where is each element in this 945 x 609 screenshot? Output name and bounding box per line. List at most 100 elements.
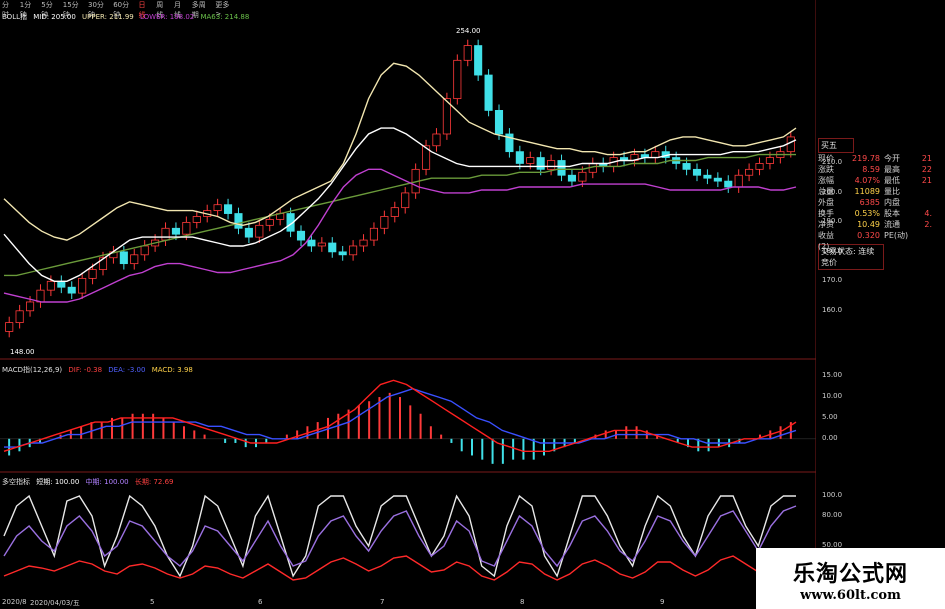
quote-row: 涨跌 8.59 最高 22	[818, 164, 945, 175]
candle-body	[557, 160, 566, 176]
quote-key-2: PE(动)	[884, 231, 909, 240]
candle-body	[255, 224, 264, 238]
candle-body	[536, 157, 545, 170]
quote-row: 净资 10.49 流通 2.	[818, 219, 945, 230]
candle-body	[390, 207, 399, 217]
candle-body	[296, 230, 306, 241]
candle-body	[67, 286, 76, 294]
watermark: 乐淘公式网 www.60lt.com	[756, 548, 945, 609]
watermark-url: www.60lt.com	[800, 588, 901, 603]
date-label: 5	[150, 598, 155, 606]
osc-series-2	[3, 551, 797, 581]
macd-tick-label: 5.00	[822, 412, 838, 421]
date-label: 7	[380, 598, 385, 606]
quote-value-2: 21	[921, 154, 932, 163]
candle-body	[745, 168, 754, 176]
quote-row: 外盘 6385 内盘	[818, 197, 945, 208]
quote-key-2: 量比	[884, 187, 900, 196]
candle-body	[484, 74, 493, 111]
candle-body	[692, 168, 702, 176]
quote-value: 219.78	[852, 154, 880, 163]
quote-row: 现价 219.78 今开 21	[818, 153, 945, 164]
quote-key-2: 股本	[884, 209, 900, 218]
quote-value-2	[908, 186, 932, 197]
candle-body	[526, 157, 535, 164]
candle-body	[224, 204, 233, 214]
candle-body	[724, 180, 733, 188]
candle-body	[244, 227, 253, 238]
candle-body	[682, 163, 691, 170]
macd-panel	[0, 379, 816, 464]
low-price-label: 148.00	[10, 348, 35, 356]
quote-value-2: 2.	[924, 220, 932, 229]
quote-header: 买五	[818, 138, 854, 153]
quote-key: 外盘	[818, 198, 834, 207]
candle-body	[474, 45, 483, 76]
quote-value-2	[908, 230, 932, 241]
quote-key: 现价	[818, 154, 834, 163]
quote-value-2: 22	[921, 165, 932, 174]
date-label: 2020/8	[2, 598, 27, 606]
macd-tick-label: 15.00	[822, 371, 843, 380]
quote-value: 11089	[854, 187, 880, 196]
candle-body	[78, 277, 87, 294]
candle-body	[119, 251, 128, 265]
candle-body	[317, 242, 326, 247]
quote-value: 6385	[859, 198, 880, 207]
quote-key-2: 最低	[884, 176, 900, 185]
date-axis: 2020/8 2020/04/03/五 5 6 7 8 9	[0, 598, 756, 609]
quote-value: 10.49	[857, 220, 880, 229]
candle-body	[161, 227, 170, 241]
quote-key-2: 流通	[884, 220, 900, 229]
osc-tick-label: 100.0	[822, 491, 843, 499]
trading-status: 交易状态: 连续竞价	[818, 244, 884, 270]
candle-body	[734, 174, 743, 188]
quote-value-2: 4.	[924, 209, 932, 218]
candle-body	[57, 280, 66, 288]
quote-key: 收益(2)	[818, 231, 834, 251]
candle-body	[349, 245, 358, 256]
candle-body	[547, 160, 556, 170]
candle-body	[182, 221, 191, 235]
date-label: 9	[660, 598, 665, 606]
price-tick-label: 160.0	[822, 305, 843, 314]
candle-body	[130, 254, 139, 265]
quote-value: 0.320	[857, 231, 880, 240]
quote-key: 涨跌	[818, 165, 834, 174]
candle-body	[5, 322, 14, 332]
candle-body	[567, 174, 576, 182]
osc-tick-label: 80.00	[822, 511, 843, 519]
price-panel	[3, 39, 797, 338]
candle-body	[713, 177, 722, 182]
oscillator-panel	[3, 494, 797, 581]
candle-body	[369, 227, 378, 241]
macd-tick-label: 10.00	[822, 392, 843, 401]
quote-row: 涨幅 4.07% 最低 21	[818, 175, 945, 186]
candle-body	[88, 269, 97, 279]
candle-body	[432, 133, 441, 147]
candle-body	[234, 213, 243, 229]
candle-body	[140, 245, 149, 256]
candle-body	[338, 251, 347, 256]
quote-key: 涨幅	[818, 176, 834, 185]
candle-body	[651, 151, 660, 158]
candle-body	[453, 59, 462, 100]
candle-body	[401, 192, 410, 209]
quote-rows: 现价 219.78 今开 21 涨跌 8.59 最高 22 涨幅 4.07% 最低 21 总量 11089…	[818, 153, 945, 251]
watermark-title: 乐淘公式网	[792, 561, 908, 587]
quote-value-2: 21	[921, 176, 932, 185]
quote-row: 换手 0.53% 股本 4.	[818, 208, 945, 219]
quote-row: 总量 11089 量比	[818, 186, 945, 197]
quote-key-2: 内盘	[884, 198, 900, 207]
candle-body	[46, 280, 55, 291]
candle-body	[15, 310, 24, 323]
macd-tick-label: 0.00	[822, 433, 838, 442]
quote-value: 8.59	[862, 165, 880, 174]
stock-chart	[0, 0, 816, 598]
date-label: 6	[258, 598, 263, 606]
quote-value: 4.07%	[854, 176, 880, 185]
high-price-label: 254.00	[456, 27, 481, 35]
candle-body	[703, 174, 712, 179]
date-label: 8	[520, 598, 525, 606]
candle-body	[328, 242, 337, 253]
